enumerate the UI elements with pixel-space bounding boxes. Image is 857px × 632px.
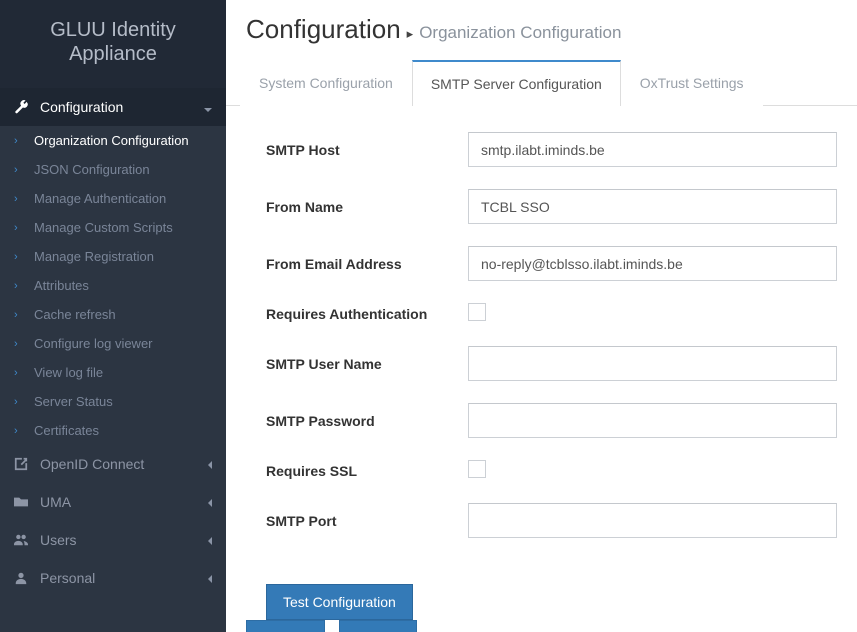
cancel-button[interactable]: Cancel	[339, 620, 417, 632]
users-icon	[14, 533, 28, 547]
test-configuration-button[interactable]: Test Configuration	[266, 584, 413, 620]
from-name-label: From Name	[266, 199, 468, 215]
brand-logo: GLUU Identity Appliance	[0, 0, 226, 88]
tab-system-config[interactable]: System Configuration	[240, 60, 412, 106]
sidebar-item-attributes[interactable]: ›Attributes	[0, 271, 226, 300]
tab-oxtrust[interactable]: OxTrust Settings	[621, 60, 763, 106]
sidebar-item-certificates[interactable]: ›Certificates	[0, 416, 226, 445]
brand-line2: Appliance	[10, 42, 216, 66]
nav-configuration[interactable]: Configuration	[0, 88, 226, 126]
chevron-left-icon	[208, 532, 212, 548]
nav-openid[interactable]: OpenID Connect	[0, 445, 226, 483]
smtp-user-label: SMTP User Name	[266, 356, 468, 372]
tab-smtp-config[interactable]: SMTP Server Configuration	[412, 60, 621, 106]
smtp-user-input[interactable]	[468, 346, 837, 381]
from-email-label: From Email Address	[266, 256, 468, 272]
breadcrumb: Organization Configuration	[419, 23, 621, 43]
sidebar: GLUU Identity Appliance Configuration ›O…	[0, 0, 226, 632]
req-auth-checkbox[interactable]	[468, 303, 486, 321]
smtp-host-label: SMTP Host	[266, 142, 468, 158]
sidebar-item-cache-refresh[interactable]: ›Cache refresh	[0, 300, 226, 329]
smtp-host-input[interactable]	[468, 132, 837, 167]
req-ssl-label: Requires SSL	[266, 463, 468, 479]
user-icon	[14, 571, 28, 585]
chevron-left-icon	[208, 494, 212, 510]
smtp-pass-input[interactable]	[468, 403, 837, 438]
sidebar-item-log-viewer[interactable]: ›Configure log viewer	[0, 329, 226, 358]
from-name-input[interactable]	[468, 189, 837, 224]
page-title: Configuration	[246, 14, 401, 45]
sidebar-item-manage-auth[interactable]: ›Manage Authentication	[0, 184, 226, 213]
sidebar-item-server-status[interactable]: ›Server Status	[0, 387, 226, 416]
smtp-pass-label: SMTP Password	[266, 413, 468, 429]
req-auth-label: Requires Authentication	[266, 306, 468, 322]
breadcrumb-separator: ▸	[407, 26, 414, 42]
wrench-icon	[14, 100, 28, 114]
nav-configuration-label: Configuration	[40, 99, 123, 115]
nav-users[interactable]: Users	[0, 521, 226, 559]
sidebar-item-json-config[interactable]: ›JSON Configuration	[0, 155, 226, 184]
nav-uma[interactable]: UMA	[0, 483, 226, 521]
chevron-left-icon	[208, 570, 212, 586]
page-header: Configuration ▸ Organization Configurati…	[226, 0, 857, 53]
external-link-icon	[14, 457, 28, 471]
sidebar-item-org-config[interactable]: ›Organization Configuration	[0, 126, 226, 155]
chevron-down-icon	[204, 99, 212, 115]
update-button[interactable]: Update	[246, 620, 325, 632]
main-content: Configuration ▸ Organization Configurati…	[226, 0, 857, 632]
folder-icon	[14, 495, 28, 509]
tabs: System Configuration SMTP Server Configu…	[226, 59, 857, 106]
nav-personal[interactable]: Personal	[0, 559, 226, 597]
smtp-port-label: SMTP Port	[266, 513, 468, 529]
req-ssl-checkbox[interactable]	[468, 460, 486, 478]
sidebar-item-manage-registration[interactable]: ›Manage Registration	[0, 242, 226, 271]
chevron-left-icon	[208, 456, 212, 472]
sidebar-item-view-log[interactable]: ›View log file	[0, 358, 226, 387]
brand-line1: GLUU Identity	[10, 18, 216, 42]
from-email-input[interactable]	[468, 246, 837, 281]
smtp-form: SMTP Host From Name From Email Address R…	[226, 106, 857, 580]
smtp-port-input[interactable]	[468, 503, 837, 538]
action-buttons: Update Cancel	[226, 620, 857, 632]
sidebar-item-custom-scripts[interactable]: ›Manage Custom Scripts	[0, 213, 226, 242]
